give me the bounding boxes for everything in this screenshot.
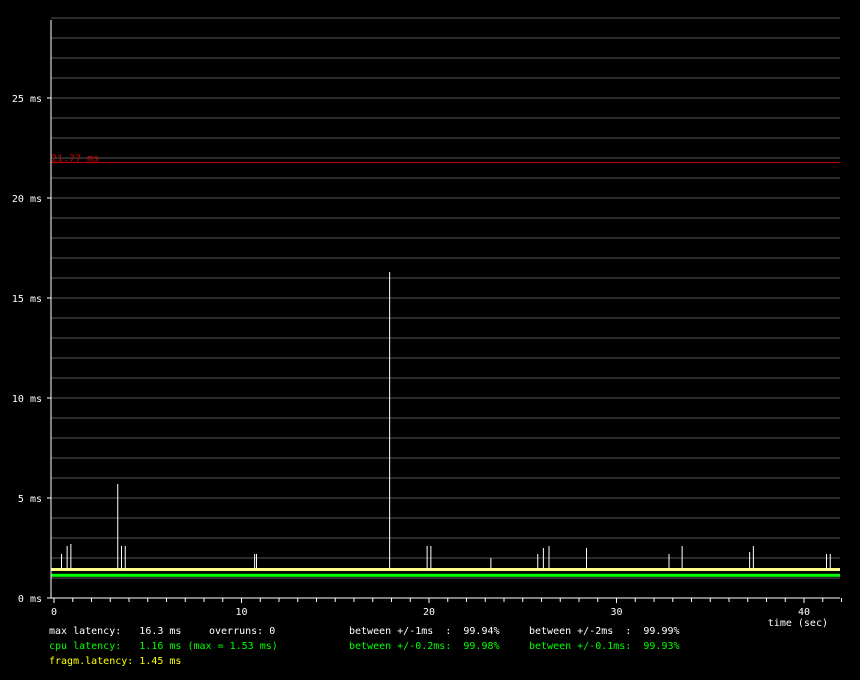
x-tick-label: 30 xyxy=(610,607,622,618)
y-tick-label: 10 ms xyxy=(12,394,42,405)
fragm-latency-band xyxy=(51,568,840,571)
y-tick-label: 15 ms xyxy=(12,294,42,305)
x-tick-label: 0 xyxy=(51,607,57,618)
y-tick-label: 0 ms xyxy=(18,594,42,605)
latency-bands xyxy=(51,568,840,577)
limit-line-label: 21.77 ms xyxy=(51,154,99,165)
axes xyxy=(50,20,840,599)
grid-lines xyxy=(51,17,840,579)
limit-line-group: 21.77 ms xyxy=(51,154,840,165)
x-axis-label: time (sec) xyxy=(768,618,828,629)
latency-chart: 21.77 ms 0 ms 5 ms 10 ms 15 ms 20 ms 25 ms 0 10… xyxy=(12,17,842,629)
x-tick-label: 40 xyxy=(798,607,810,618)
cpu-latency-band xyxy=(51,573,840,577)
y-tick-label: 25 ms xyxy=(12,94,42,105)
y-tick-label: 20 ms xyxy=(12,194,42,205)
y-tick-label: 5 ms xyxy=(18,494,42,505)
x-tick-label: 20 xyxy=(423,607,435,618)
x-tick-label: 10 xyxy=(235,607,247,618)
latency-spikes xyxy=(61,272,831,569)
